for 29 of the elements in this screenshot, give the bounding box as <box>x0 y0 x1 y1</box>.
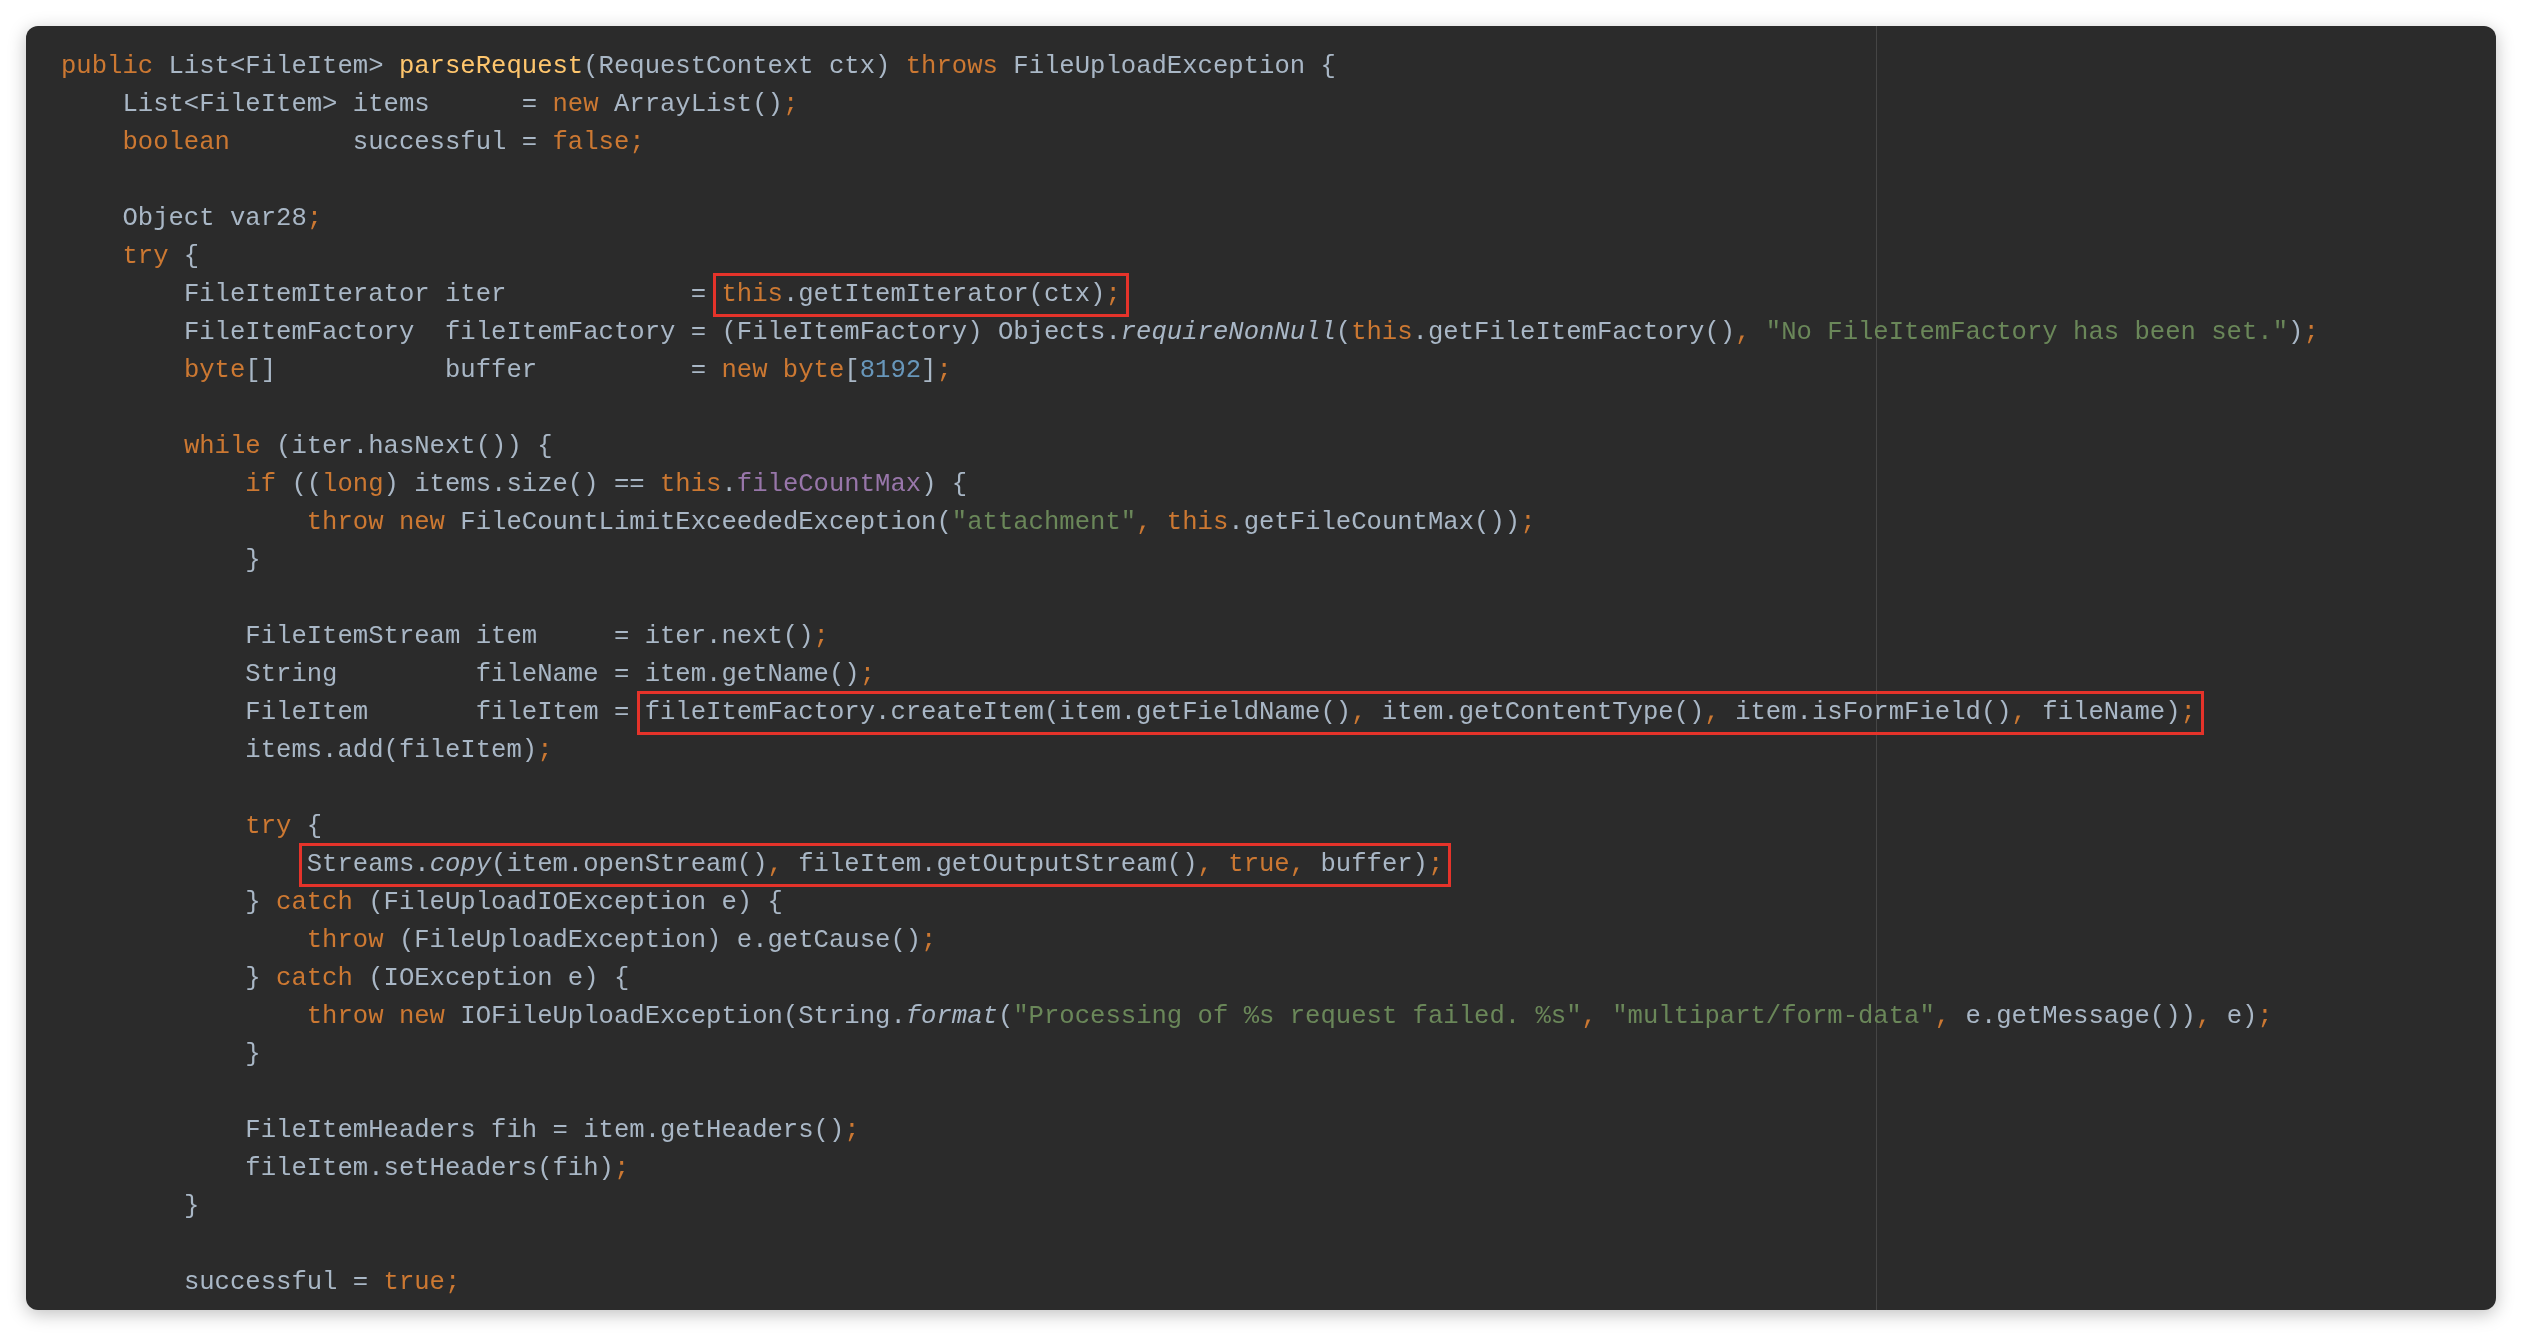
code-text: FileItemStream item = iter.next(); <box>245 622 829 651</box>
code-text: List<FileItem> items = new ArrayList(); <box>122 90 799 119</box>
code-text: } catch (IOException e) { <box>245 964 630 993</box>
code-text: String fileName = item.getName(); <box>245 660 876 689</box>
code-text: boolean successful = false; <box>122 128 645 157</box>
code-text: throw new FileCountLimitExceededException("attachment", this.getFileCountMax()); <box>306 508 1536 537</box>
code-text: byte[] buffer = new byte[8192]; <box>183 356 952 385</box>
code-text: FileItemHeaders fih = item.getHeaders(); <box>245 1116 860 1145</box>
code-text: if ((long) items.size() == this.fileCountMax) { <box>245 470 968 499</box>
code-text: FileItemIterator iter = <box>183 280 708 309</box>
code-text: FileItemFactory fileItemFactory = (FileItemFactory) Objects.requireNonNull(this.getFileItemFactory(), "No FileItemFactory has been set."); <box>183 318 2319 347</box>
code-text: } catch (FileUploadIOException e) { <box>245 888 783 917</box>
highlighted-code: this.getItemIterator(ctx); <box>713 273 1129 317</box>
code-text: successful = true; <box>183 1268 461 1297</box>
code-text: throw new IOFileUploadException(String.format("Processing of %s request failed. %s", "multipart/form-data", e.getMessage()), e); <box>306 1002 2273 1031</box>
highlighted-code: fileItemFactory.createItem(item.getFieldName(), item.getContentType(), item.isFormField(), fileName); <box>636 691 2204 735</box>
code-text: items.add(fileItem); <box>245 736 553 765</box>
code-text: while (iter.hasNext()) { <box>183 432 553 461</box>
code-text: try { <box>122 242 200 271</box>
code-text: } <box>183 1192 200 1221</box>
code-text: } <box>245 546 261 575</box>
code-text: Object var28; <box>122 204 323 233</box>
code-text: } <box>245 1040 261 1069</box>
code-text: fileItem.setHeaders(fih); <box>245 1154 630 1183</box>
code-text: try { <box>245 812 323 841</box>
code-text: public List<FileItem> parseRequest(RequestContext ctx) throws FileUploadException { <box>61 52 1336 81</box>
highlighted-code: Streams.copy(item.openStream(), fileItem.getOutputStream(), true, buffer); <box>298 843 1452 887</box>
code-text: FileItem fileItem = <box>245 698 631 727</box>
code-text: throw (FileUploadException) e.getCause(); <box>306 926 937 955</box>
